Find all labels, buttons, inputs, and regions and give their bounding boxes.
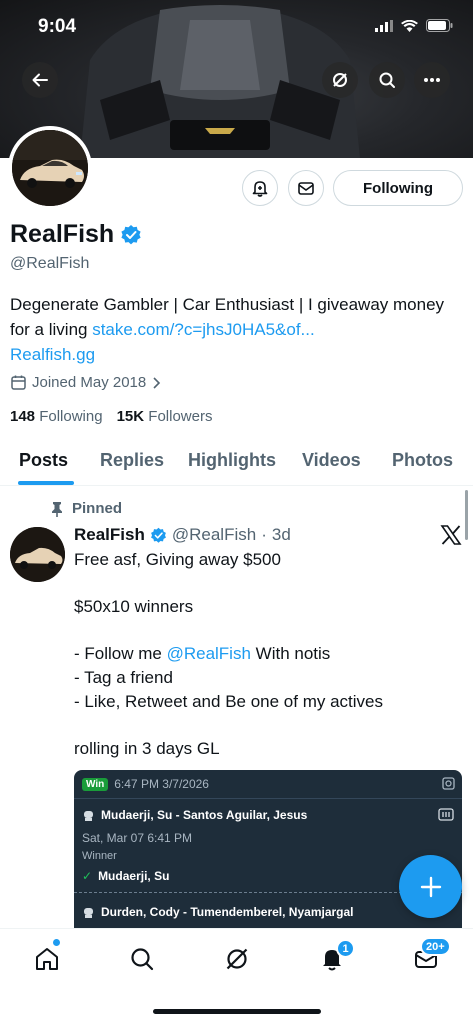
message-button[interactable] bbox=[288, 170, 324, 206]
share-box-icon bbox=[442, 777, 455, 790]
grok-button[interactable] bbox=[322, 62, 358, 98]
joined-text: Joined May 2018 bbox=[32, 374, 147, 391]
display-name: RealFish bbox=[10, 220, 142, 249]
bet-market: Winner bbox=[82, 850, 117, 862]
bet-divider bbox=[74, 798, 462, 799]
grok-icon bbox=[333, 73, 347, 87]
bet-match-1-date: Sat, Mar 07 6:41 PM bbox=[82, 831, 192, 845]
tab-replies[interactable]: Replies bbox=[100, 450, 164, 471]
bell-plus-icon bbox=[252, 181, 268, 197]
envelope-icon bbox=[298, 182, 314, 195]
more-dots-icon bbox=[424, 78, 440, 82]
nav-search[interactable] bbox=[122, 943, 162, 975]
search-button[interactable] bbox=[369, 62, 405, 98]
cellular-signal-icon bbox=[375, 19, 393, 32]
back-button[interactable] bbox=[22, 62, 58, 98]
nav-home[interactable] bbox=[27, 943, 67, 975]
following-stat[interactable]: 148 Following bbox=[10, 408, 103, 425]
profile-avatar[interactable] bbox=[8, 126, 92, 210]
boxing-glove-icon bbox=[84, 907, 93, 918]
stats-icon bbox=[438, 808, 454, 821]
post-author-handle[interactable]: @RealFish bbox=[172, 525, 256, 545]
wifi-icon bbox=[401, 19, 418, 32]
home-icon bbox=[36, 948, 58, 970]
following-label: Following bbox=[39, 408, 103, 425]
post-time: 3d bbox=[271, 525, 291, 544]
home-unread-dot bbox=[53, 939, 60, 946]
bio-link[interactable]: stake.com/?c=jhsJ0HA5&of... bbox=[92, 320, 315, 339]
post-author-avatar[interactable] bbox=[10, 527, 65, 582]
profile-tabs: Posts Replies Highlights Videos Photos bbox=[0, 440, 473, 486]
pinned-text: Pinned bbox=[72, 500, 123, 517]
status-icons bbox=[375, 19, 453, 32]
pinned-label: Pinned bbox=[50, 500, 122, 517]
post-mention[interactable]: @RealFish bbox=[167, 644, 251, 663]
pin-icon bbox=[52, 501, 62, 517]
post-separator: · bbox=[261, 525, 267, 544]
bet-header: Win 6:47 PM 3/7/2026 bbox=[82, 777, 209, 791]
bet-match-1-title: Mudaerji, Su - Santos Aguilar, Jesus bbox=[101, 808, 308, 822]
followers-count: 15K bbox=[116, 408, 145, 425]
display-name-text: RealFish bbox=[10, 220, 115, 248]
profile-handle: @RealFish bbox=[10, 255, 90, 272]
following-button[interactable]: Following bbox=[333, 170, 463, 206]
messages-badge: 20+ bbox=[420, 937, 451, 956]
x-logo-icon bbox=[440, 525, 462, 545]
bottom-nav: 1 20+ bbox=[0, 928, 473, 1024]
win-badge: Win bbox=[82, 777, 109, 791]
search-icon bbox=[379, 72, 395, 88]
bet-timestamp: 6:47 PM 3/7/2026 bbox=[114, 777, 209, 791]
status-bar: 9:04 bbox=[0, 0, 473, 54]
bet-match-1-date-text: Sat, Mar 07 6:41 PM bbox=[82, 831, 193, 845]
chevron-right-icon bbox=[153, 376, 161, 389]
avatar-car-image bbox=[12, 130, 88, 206]
scrollbar[interactable] bbox=[465, 490, 468, 540]
grok-icon bbox=[226, 948, 248, 970]
joined-date[interactable]: Joined May 2018 bbox=[10, 374, 161, 391]
active-tab-indicator bbox=[18, 481, 74, 485]
follow-stats: 148 Following 15K Followers bbox=[10, 408, 212, 425]
plus-icon bbox=[420, 876, 441, 897]
arrow-left-icon bbox=[32, 73, 48, 87]
website-link[interactable]: Realfish.gg bbox=[10, 345, 95, 364]
more-button[interactable] bbox=[414, 62, 450, 98]
verified-badge-icon bbox=[121, 224, 141, 244]
check-icon: ✓ bbox=[82, 869, 93, 883]
followers-label: Followers bbox=[148, 408, 213, 425]
bet-market-label: Winner bbox=[82, 850, 117, 862]
bet-match-1: Mudaerji, Su - Santos Aguilar, Jesus bbox=[82, 808, 307, 822]
post-text: Free asf, Giving away $500 $50x10 winner… bbox=[74, 548, 454, 760]
boxing-glove-icon bbox=[84, 810, 93, 821]
tab-photos[interactable]: Photos bbox=[392, 450, 453, 471]
profile-bio: Degenerate Gambler | Car Enthusiast | I … bbox=[10, 292, 465, 367]
calendar-icon bbox=[11, 375, 26, 390]
verified-badge-icon bbox=[150, 527, 166, 543]
post-header: RealFish @RealFish · 3d bbox=[74, 525, 291, 545]
tab-highlights[interactable]: Highlights bbox=[188, 450, 276, 471]
home-indicator[interactable] bbox=[153, 1009, 321, 1014]
notifications-subscribe-button[interactable] bbox=[242, 170, 278, 206]
bet-match-2: Durden, Cody - Tumendemberel, Nyamjargal bbox=[82, 905, 354, 919]
bet-selection-name: Mudaerji, Su bbox=[98, 869, 170, 883]
following-count: 148 bbox=[10, 408, 36, 425]
nav-grok[interactable] bbox=[217, 943, 257, 975]
post-author-name[interactable]: RealFish bbox=[74, 525, 145, 545]
tab-posts[interactable]: Posts bbox=[19, 450, 68, 471]
status-time: 9:04 bbox=[38, 16, 77, 37]
followers-stat[interactable]: 15K Followers bbox=[117, 408, 213, 425]
battery-icon bbox=[426, 19, 453, 32]
bet-selection: ✓ Mudaerji, Su bbox=[82, 869, 169, 883]
tab-videos[interactable]: Videos bbox=[302, 450, 361, 471]
bet-match-2-title: Durden, Cody - Tumendemberel, Nyamjargal bbox=[101, 905, 354, 919]
search-icon bbox=[131, 948, 154, 971]
compose-post-button[interactable] bbox=[399, 855, 462, 918]
notifications-badge: 1 bbox=[336, 939, 355, 958]
post-avatar-car-image bbox=[10, 527, 65, 582]
